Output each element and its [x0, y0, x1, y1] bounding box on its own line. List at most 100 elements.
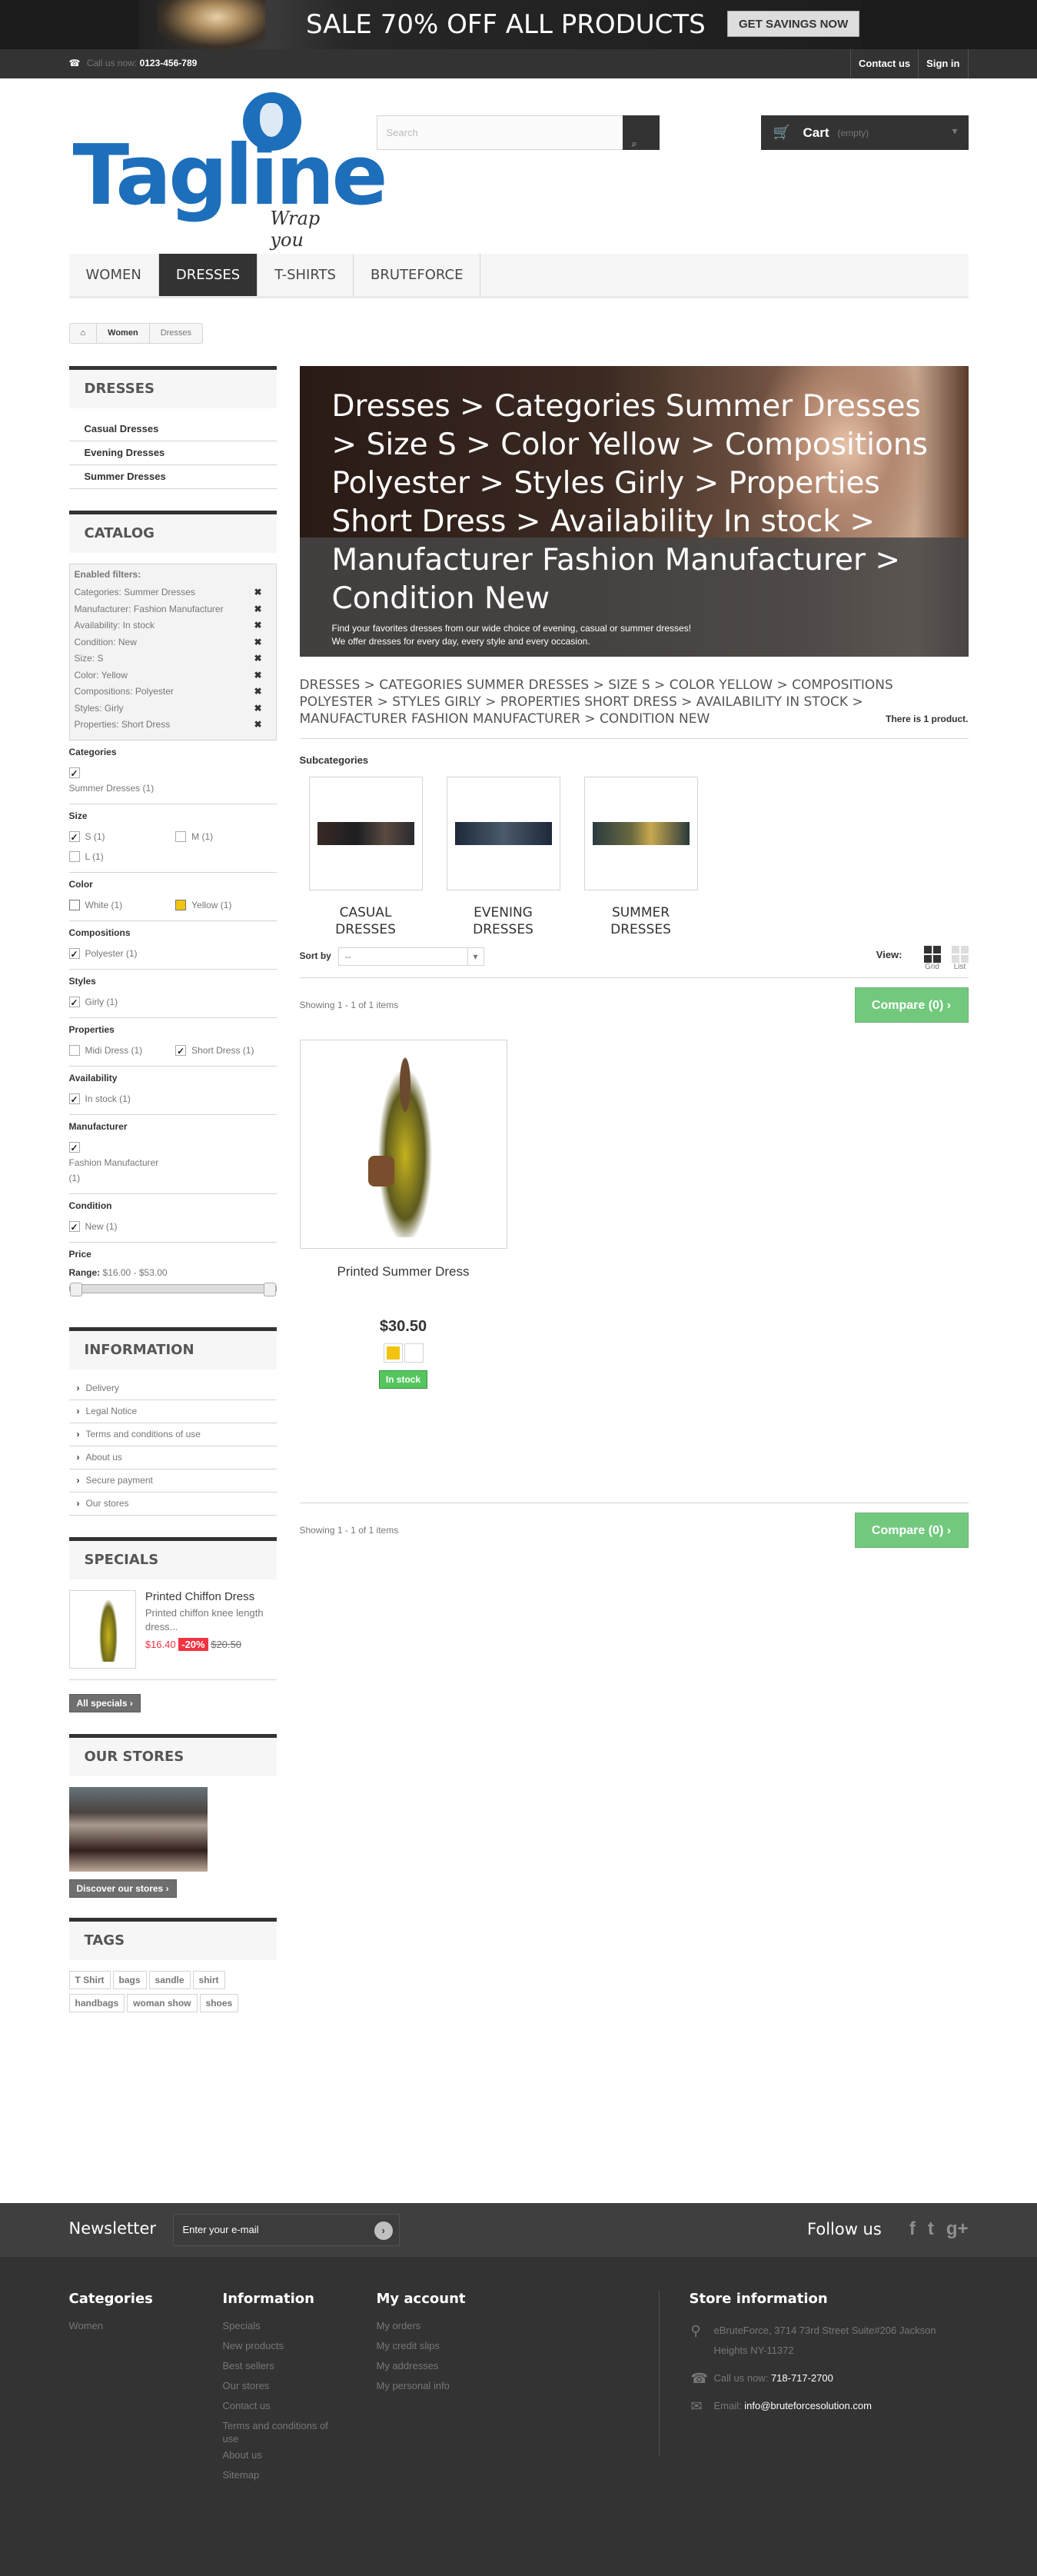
subcategory-image[interactable] [446, 777, 560, 890]
all-specials-button[interactable]: All specials › [68, 1694, 141, 1712]
footer-link[interactable]: Our stores [223, 2376, 346, 2396]
footer-link[interactable]: Best sellers [223, 2356, 346, 2376]
footer-link[interactable]: Specials [223, 2316, 346, 2336]
sign-in-link[interactable]: Sign in [918, 49, 969, 78]
special-product-image[interactable] [68, 1590, 136, 1669]
subcategory-name[interactable]: EVENING DRESSES [447, 904, 560, 938]
subcategory-casual[interactable]: CASUAL DRESSES [308, 777, 423, 938]
filter-option[interactable]: Short Dress (1) [175, 1043, 254, 1059]
search-input[interactable]: Search ⌕ [376, 115, 660, 150]
facebook-icon[interactable]: f [909, 2218, 916, 2240]
checkbox[interactable] [68, 947, 80, 962]
color-swatch-white[interactable] [404, 1343, 424, 1363]
checkbox[interactable] [68, 1092, 80, 1107]
product-name[interactable]: Printed Summer Dress [300, 1264, 507, 1280]
list-view-button[interactable]: List [951, 946, 969, 971]
tag[interactable]: shirt [192, 1971, 225, 1989]
color-swatch-yellow[interactable] [175, 900, 187, 910]
special-product-name[interactable]: Printed Chiffon Dress [145, 1590, 277, 1603]
close-icon[interactable]: ✖ [254, 701, 261, 717]
checkbox[interactable] [175, 1043, 187, 1059]
filter-option[interactable]: Summer Dresses (1) [68, 765, 154, 796]
color-swatch-yellow[interactable] [383, 1343, 403, 1363]
footer-link[interactable]: use [223, 2432, 346, 2445]
store-email-address[interactable]: info@bruteforcesolution.com [744, 2400, 872, 2411]
footer-link[interactable]: Contact us [223, 2396, 346, 2416]
home-icon[interactable]: ⌂ [70, 324, 98, 343]
filter-option[interactable]: L (1) [68, 849, 277, 864]
discover-stores-button[interactable]: Discover our stores › [68, 1879, 177, 1898]
close-icon[interactable]: ✖ [254, 634, 261, 651]
newsletter-submit-icon[interactable]: › [374, 2222, 393, 2240]
search-button[interactable]: ⌕ [622, 115, 660, 150]
tag[interactable]: woman show [127, 1994, 198, 2012]
footer-link[interactable]: My addresses [377, 2356, 466, 2376]
subcategory-name[interactable]: SUMMER DRESSES [584, 904, 698, 938]
footer-link[interactable]: Terms and conditions of [223, 2416, 346, 2432]
newsletter-input[interactable]: Enter your e-mail › [172, 2214, 400, 2246]
compare-button[interactable]: Compare (0) › [854, 987, 969, 1023]
filter-option[interactable]: S (1) [68, 829, 173, 845]
filter-option[interactable]: Polyester (1) [68, 946, 138, 962]
checkbox[interactable] [68, 851, 80, 862]
special-product[interactable]: Printed Chiffon Dress Printed chiffon kn… [68, 1579, 277, 1680]
footer-link[interactable]: Women [69, 2316, 153, 2336]
checkbox[interactable] [68, 1220, 80, 1235]
info-link-terms[interactable]: Terms and conditions of use [68, 1423, 277, 1446]
footer-link[interactable]: My personal info [377, 2376, 466, 2396]
info-link-payment[interactable]: Secure payment [68, 1469, 277, 1493]
checkbox[interactable] [68, 830, 80, 845]
twitter-icon[interactable]: t [928, 2218, 934, 2240]
footer-link[interactable]: Sitemap [223, 2465, 346, 2485]
info-link-stores[interactable]: Our stores [68, 1493, 277, 1516]
compare-button[interactable]: Compare (0) › [854, 1513, 969, 1548]
menu-dresses[interactable]: DRESSES [158, 254, 258, 296]
category-casual[interactable]: Casual Dresses [68, 418, 277, 441]
close-icon[interactable]: ✖ [254, 651, 261, 667]
breadcrumb-women[interactable]: Women [97, 324, 150, 343]
subcategory-summer[interactable]: SUMMER DRESSES [583, 777, 698, 938]
tag[interactable]: shoes [199, 1994, 239, 2012]
tag[interactable]: bags [112, 1971, 147, 1989]
filter-option[interactable]: Fashion Manufacturer (1) [68, 1140, 169, 1186]
filter-option[interactable]: Yellow (1) [175, 897, 231, 913]
grid-view-button[interactable]: Grid [923, 946, 941, 971]
tag[interactable]: T Shirt [68, 1971, 111, 1989]
dresses-title[interactable]: DRESSES [68, 366, 277, 408]
close-icon[interactable]: ✖ [254, 584, 261, 601]
checkbox[interactable] [175, 831, 187, 842]
checkbox[interactable] [68, 995, 80, 1010]
color-swatch-white[interactable] [68, 900, 80, 910]
tag[interactable]: handbags [68, 1994, 125, 2012]
menu-women[interactable]: WOMEN [69, 254, 159, 296]
info-link-delivery[interactable]: Delivery [68, 1377, 277, 1400]
info-link-about[interactable]: About us [68, 1446, 277, 1469]
contact-us-link[interactable]: Contact us [849, 49, 918, 78]
filter-option[interactable]: Midi Dress (1) [68, 1043, 173, 1058]
get-savings-button[interactable]: GET SAVINGS NOW [727, 11, 860, 37]
close-icon[interactable]: ✖ [254, 601, 261, 618]
checkbox[interactable] [68, 1140, 80, 1156]
logo[interactable]: Tagline Wrap you [69, 92, 388, 251]
info-link-legal[interactable]: Legal Notice [68, 1400, 277, 1423]
filter-option[interactable]: White (1) [68, 897, 173, 913]
filter-option[interactable]: New (1) [68, 1219, 118, 1235]
tag[interactable]: sandle [148, 1971, 191, 1989]
close-icon[interactable]: ✖ [254, 617, 261, 634]
close-icon[interactable]: ✖ [254, 684, 261, 701]
footer-link[interactable]: My credit slips [377, 2336, 466, 2356]
price-slider[interactable] [68, 1283, 277, 1296]
menu-bruteforce[interactable]: BRUTEFORCE [354, 254, 481, 296]
cart-button[interactable]: 🛒 Cart (empty) ▾ [760, 115, 969, 150]
product-image[interactable] [299, 1040, 507, 1249]
subcategory-image[interactable] [583, 777, 698, 890]
promo-banner[interactable]: SALE 70% OFF ALL PRODUCTS GET SAVINGS NO… [0, 0, 1037, 49]
sort-select[interactable]: -- [337, 947, 484, 966]
category-evening[interactable]: Evening Dresses [68, 441, 277, 465]
footer-link[interactable]: New products [223, 2336, 346, 2356]
filter-option[interactable]: Girly (1) [68, 994, 118, 1010]
close-icon[interactable]: ✖ [254, 667, 261, 684]
footer-link[interactable]: About us [223, 2445, 346, 2465]
close-icon[interactable]: ✖ [254, 717, 261, 734]
product-card[interactable]: Printed Summer Dress $30.50 In stock [299, 1040, 507, 1389]
